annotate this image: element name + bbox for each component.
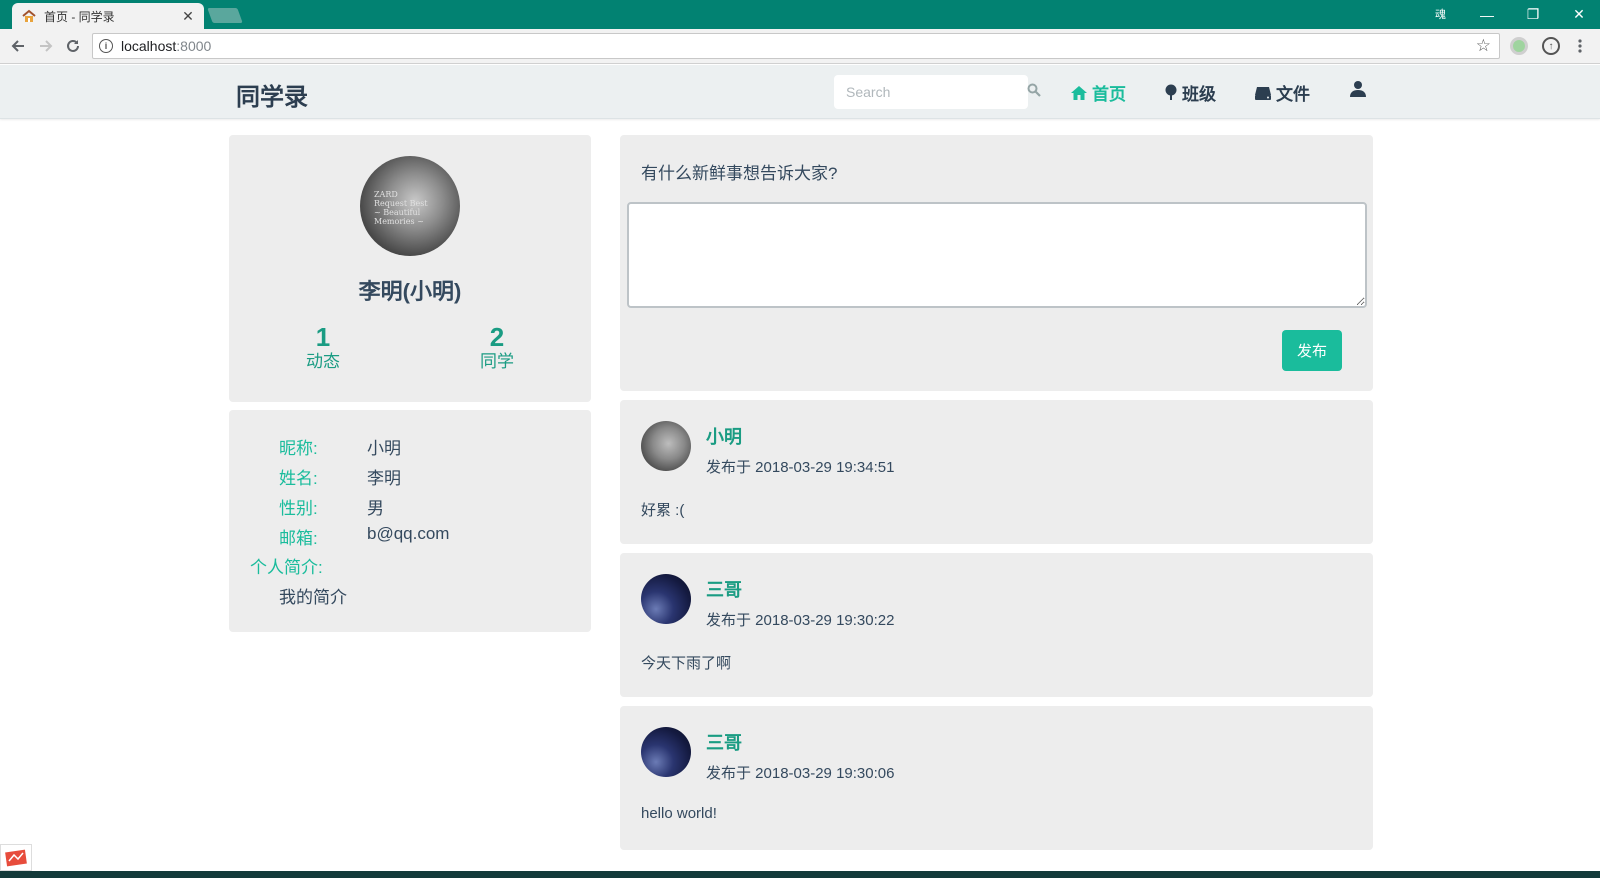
- tree-icon: [1164, 84, 1178, 101]
- avatar-caption-line: Memories ~: [374, 217, 424, 226]
- post-avatar[interactable]: [641, 727, 691, 777]
- nav-class-label: 班级: [1182, 85, 1216, 104]
- profile-info-card: 昵称: 小明 姓名: 李明 性别: 男 邮箱: b@qq.com 个人简介: 我…: [229, 410, 591, 632]
- stat-posts-label: 动态: [306, 352, 340, 371]
- nav-home[interactable]: 首页: [1070, 80, 1126, 105]
- gender-row: 性别:: [279, 494, 318, 519]
- composer-prompt: 有什么新鲜事想告诉大家?: [641, 164, 838, 183]
- profile-badge[interactable]: 魂: [1435, 6, 1446, 22]
- stat-posts-value: 1: [315, 322, 331, 352]
- nickname-value: 小明: [367, 439, 401, 458]
- tab-close-icon[interactable]: ✕: [180, 8, 196, 25]
- url-host: localhost: [121, 38, 177, 54]
- user-icon: [1350, 80, 1366, 97]
- nav-class[interactable]: 班级: [1164, 80, 1216, 105]
- stat-classmates[interactable]: 2 同学: [457, 323, 537, 373]
- publish-button[interactable]: 发布: [1282, 330, 1342, 371]
- post-author[interactable]: 三哥: [706, 576, 742, 602]
- email-label: 邮箱:: [279, 529, 318, 548]
- search-icon[interactable]: [1027, 83, 1041, 102]
- search-input[interactable]: [846, 84, 1027, 100]
- bio-value: 我的简介: [279, 588, 347, 607]
- realname-row: 姓名:: [279, 464, 318, 489]
- bio-row: 个人简介:: [250, 553, 323, 578]
- post-author[interactable]: 三哥: [706, 729, 742, 755]
- menu-dots-icon[interactable]: [1570, 36, 1590, 56]
- stat-classmates-value: 2: [489, 322, 505, 352]
- post-time: 发布于 2018-03-29 19:30:06: [706, 765, 895, 782]
- post-card: 三哥 发布于 2018-03-29 19:30:22 今天下雨了啊: [620, 553, 1373, 697]
- info-icon[interactable]: i: [99, 39, 113, 53]
- reload-icon[interactable]: [63, 36, 83, 56]
- nav-home-label: 首页: [1092, 85, 1126, 104]
- post-card: 小明 发布于 2018-03-29 19:34:51 好累 :(: [620, 400, 1373, 544]
- avatar[interactable]: ZARD Request Best ~ Beautiful Memories ~: [360, 156, 460, 256]
- bookmark-star-icon[interactable]: ☆: [1476, 36, 1491, 56]
- nav-files[interactable]: 文件: [1254, 80, 1310, 105]
- post-avatar[interactable]: [641, 421, 691, 471]
- gender-label: 性别:: [279, 499, 318, 518]
- tab-title: 首页 - 同学录: [44, 9, 115, 24]
- browser-titlebar: 首页 - 同学录 ✕ 魂 — ❐ ✕: [0, 0, 1600, 29]
- avatar-caption: ZARD Request Best ~ Beautiful Memories ~: [374, 190, 428, 226]
- post-time: 发布于 2018-03-29 19:34:51: [706, 459, 895, 476]
- post-body: 好累 :(: [641, 502, 685, 519]
- back-arrow-icon[interactable]: [8, 36, 28, 56]
- post-composer: 有什么新鲜事想告诉大家? 发布: [620, 135, 1373, 391]
- avatar-caption-line: ~ Beautiful: [374, 208, 421, 217]
- extension-green-icon[interactable]: [1510, 37, 1528, 55]
- realname-value: 李明: [367, 469, 401, 488]
- avatar-caption-line: Request Best: [374, 199, 428, 208]
- address-field[interactable]: i localhost:8000 ☆: [92, 33, 1500, 59]
- restore-button[interactable]: ❐: [1510, 0, 1556, 29]
- new-tab-button[interactable]: [207, 8, 243, 23]
- profile-name: 李明(小明): [358, 279, 462, 304]
- post-author[interactable]: 小明: [706, 423, 742, 449]
- bio-label: 个人简介:: [250, 558, 323, 577]
- post-body: 今天下雨了啊: [641, 655, 732, 672]
- realname-label: 姓名:: [279, 469, 318, 488]
- avatar-caption-line: ZARD: [374, 190, 398, 199]
- post-card: 三哥 发布于 2018-03-29 19:30:06 hello world!: [620, 706, 1373, 850]
- forward-arrow-icon[interactable]: [36, 36, 56, 56]
- stat-classmates-label: 同学: [480, 352, 514, 371]
- os-taskbar: [0, 871, 1600, 878]
- house-favicon-icon: [22, 9, 36, 23]
- post-avatar[interactable]: [641, 574, 691, 624]
- site-navbar: 同学录 首页 班级 文件: [0, 65, 1600, 119]
- nickname-label: 昵称:: [279, 439, 318, 458]
- url-port: :8000: [176, 38, 212, 54]
- post-body: hello world!: [641, 805, 717, 822]
- hdd-icon: [1254, 85, 1272, 101]
- minimize-button[interactable]: —: [1464, 0, 1510, 29]
- extension-upload-icon[interactable]: ↑: [1542, 37, 1560, 55]
- post-textarea[interactable]: [627, 202, 1367, 308]
- nav-files-label: 文件: [1276, 85, 1310, 104]
- profile-card: ZARD Request Best ~ Beautiful Memories ~…: [229, 135, 591, 402]
- stat-posts[interactable]: 1 动态: [283, 323, 363, 373]
- browser-tab[interactable]: 首页 - 同学录 ✕: [12, 3, 204, 29]
- email-row: 邮箱:: [279, 524, 318, 549]
- browser-toolbar: i localhost:8000 ☆ ↑: [0, 29, 1600, 64]
- nav-user[interactable]: [1350, 80, 1366, 97]
- email-value: b@qq.com: [367, 524, 450, 543]
- post-time: 发布于 2018-03-29 19:30:22: [706, 612, 895, 629]
- window-close-button[interactable]: ✕: [1556, 0, 1600, 29]
- app-corner-icon[interactable]: [0, 844, 32, 871]
- home-icon: [1070, 85, 1088, 101]
- site-brand[interactable]: 同学录: [236, 77, 308, 112]
- gender-value: 男: [367, 499, 384, 518]
- search-box: [834, 75, 1041, 109]
- nickname-row: 昵称:: [279, 434, 318, 459]
